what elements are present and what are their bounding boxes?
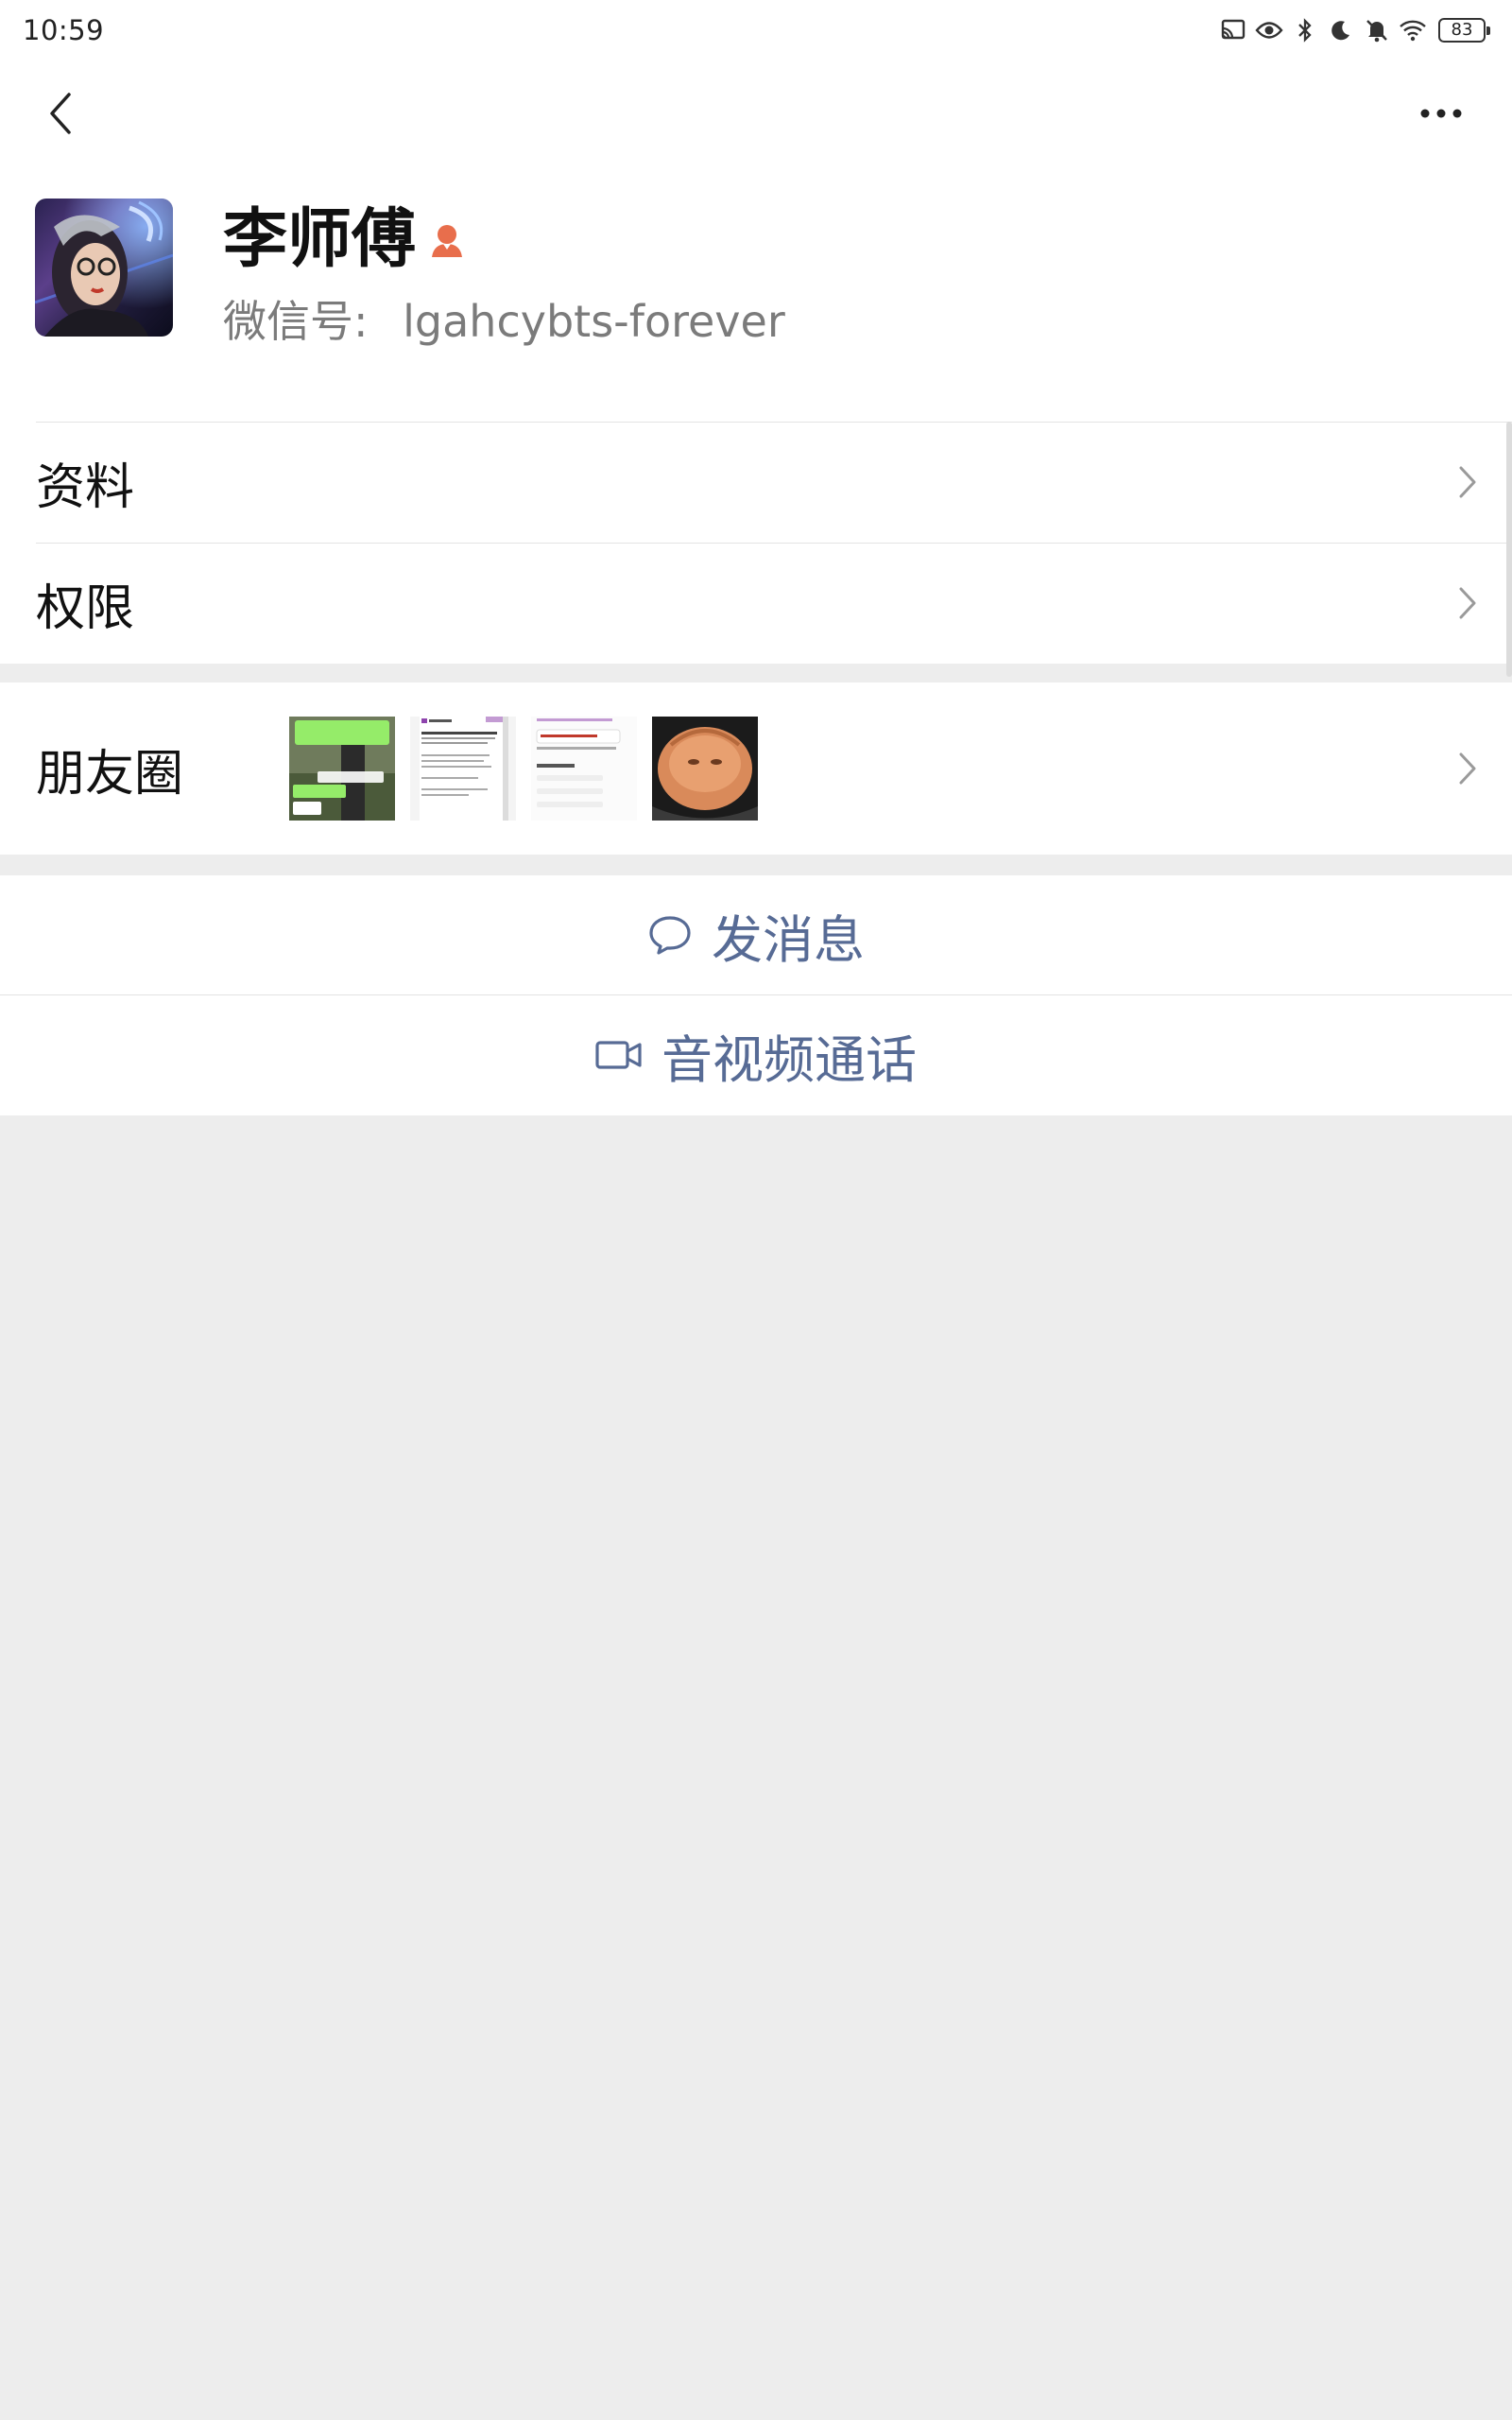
moments-thumbnails — [289, 717, 758, 821]
bluetooth-icon — [1291, 16, 1319, 44]
chevron-left-icon — [50, 93, 71, 134]
mute-icon — [1363, 16, 1391, 44]
divider — [36, 543, 1512, 544]
profile-info-row[interactable]: 资料 — [0, 422, 1512, 543]
contact-profile-screen: 10:59 83 李师傅 微信号: lgahcybts-forever 资料 权… — [0, 0, 1512, 2420]
wechat-id-label: 微信号: — [223, 296, 369, 347]
status-time: 10:59 — [23, 14, 105, 46]
chevron-right-icon — [1459, 752, 1476, 785]
permission-label: 权限 — [36, 579, 135, 637]
back-button[interactable] — [38, 87, 83, 140]
av-call-button[interactable]: 音视频通话 — [0, 994, 1512, 1115]
moments-thumbnail — [531, 717, 637, 821]
divider — [36, 422, 1512, 423]
avatar[interactable] — [35, 199, 173, 337]
profile-header: 李师傅 微信号: lgahcybts-forever — [0, 164, 1512, 422]
chat-bubble-icon — [649, 916, 691, 955]
send-message-label: 发消息 — [712, 909, 865, 970]
cast-icon — [1219, 16, 1247, 44]
moments-thumbnail — [289, 717, 395, 821]
moments-thumbnail — [410, 717, 516, 821]
wechat-id-value: lgahcybts-forever — [403, 296, 785, 347]
moments-row[interactable]: 朋友圈 — [0, 683, 1512, 855]
battery-indicator: 83 — [1438, 18, 1490, 43]
send-message-button[interactable]: 发消息 — [0, 875, 1512, 994]
chevron-right-icon — [1459, 466, 1476, 498]
wifi-icon — [1399, 16, 1427, 44]
eye-icon — [1255, 16, 1283, 44]
wechat-id-row: 微信号: lgahcybts-forever — [223, 293, 785, 350]
divider — [0, 994, 1512, 995]
permission-row[interactable]: 权限 — [0, 543, 1512, 664]
moments-label: 朋友圈 — [36, 745, 184, 803]
profile-info-label: 资料 — [36, 458, 135, 516]
moments-thumbnail — [652, 717, 758, 821]
more-dots-icon — [1420, 109, 1462, 118]
more-button[interactable] — [1408, 87, 1474, 140]
status-icons: 83 — [1219, 16, 1490, 44]
moon-icon — [1327, 16, 1355, 44]
nav-bar — [0, 60, 1512, 164]
scrollbar[interactable] — [1506, 422, 1512, 677]
chevron-right-icon — [1459, 587, 1476, 619]
status-bar: 10:59 83 — [0, 0, 1512, 60]
av-call-label: 音视频通话 — [662, 1029, 917, 1090]
profile-name: 李师傅 — [223, 202, 417, 277]
contact-badge-icon — [430, 221, 464, 259]
video-camera-icon — [595, 1041, 642, 1069]
